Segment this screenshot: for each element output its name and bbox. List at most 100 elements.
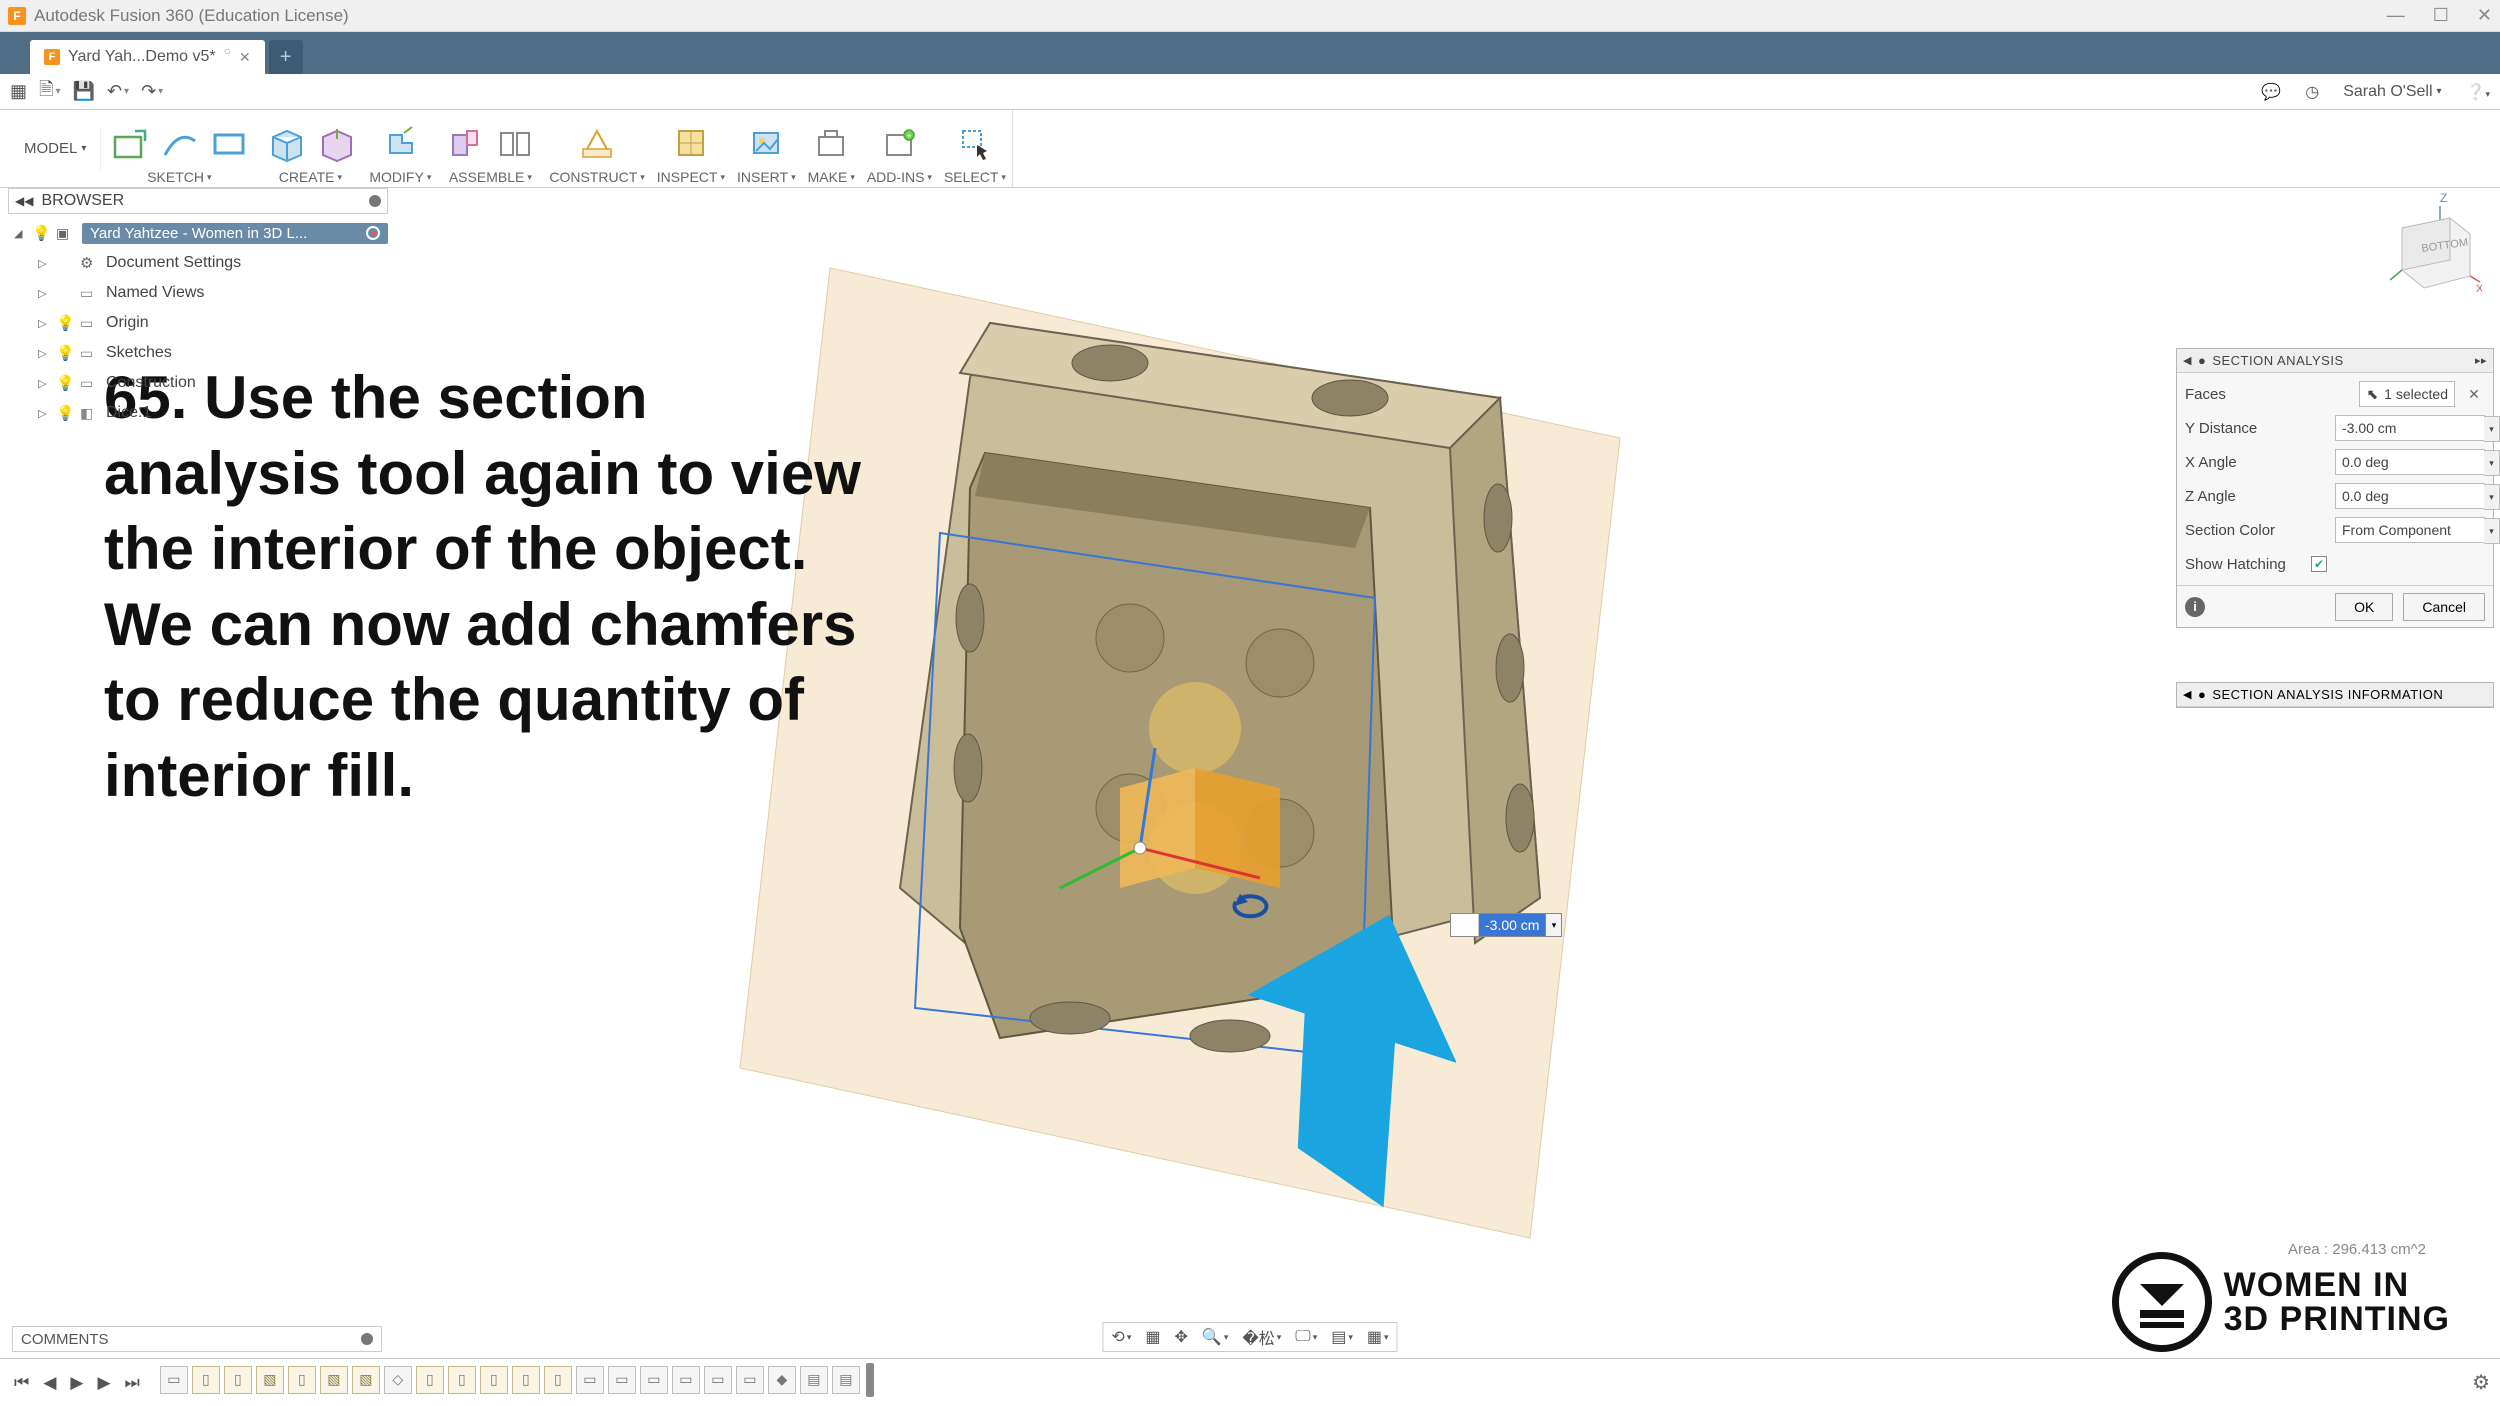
new-tab-button[interactable]: +	[269, 40, 303, 74]
tree-expand-icon[interactable]: ▷	[38, 257, 50, 270]
timeline-feature[interactable]: ▯	[544, 1366, 572, 1394]
view-cube[interactable]: Z BOTTOM X	[2372, 190, 2482, 300]
timeline-feature[interactable]: ▯	[288, 1366, 316, 1394]
panel-collapse-icon[interactable]: ◀	[2183, 354, 2192, 367]
tree-expand-icon[interactable]: ▷	[38, 407, 50, 420]
panel-title[interactable]: ◀ ● SECTION ANALYSIS INFORMATION	[2177, 683, 2493, 707]
timeline-feature[interactable]: ◆	[768, 1366, 796, 1394]
visibility-icon[interactable]: 💡	[56, 314, 74, 332]
timeline-end-icon[interactable]: ⏭	[121, 1373, 144, 1393]
window-maximize-icon[interactable]: ☐	[2433, 5, 2449, 26]
cancel-button[interactable]: Cancel	[2403, 593, 2485, 621]
panel-title[interactable]: ◀ ● SECTION ANALYSIS ▸▸	[2177, 349, 2493, 373]
addins-icon[interactable]: +	[877, 121, 921, 165]
tree-expand-icon[interactable]: ▷	[38, 377, 50, 390]
create-box-icon[interactable]	[263, 121, 307, 165]
document-tab[interactable]: F Yard Yah...Demo v5* ○ ✕	[30, 40, 265, 74]
timeline-feature[interactable]: ▯	[480, 1366, 508, 1394]
timeline-prev-icon[interactable]: ◀	[39, 1373, 60, 1393]
ribbon-label[interactable]: ASSEMBLE▾	[449, 169, 532, 185]
display-settings-icon[interactable]: 🖵▾	[1295, 1328, 1317, 1346]
user-menu[interactable]: Sarah O'Sell▾	[2343, 83, 2441, 101]
look-at-icon[interactable]: ▦	[1145, 1327, 1160, 1347]
timeline-feature[interactable]: ▭	[608, 1366, 636, 1394]
timeline-feature[interactable]: ▧	[352, 1366, 380, 1394]
window-close-icon[interactable]: ✕	[2477, 5, 2492, 26]
browser-collapse-icon[interactable]: ◀◀	[15, 194, 33, 208]
timeline-feature[interactable]: ▤	[832, 1366, 860, 1394]
jobs-icon[interactable]: ◷	[2305, 82, 2319, 102]
tree-expand-icon[interactable]: ▷	[38, 347, 50, 360]
ribbon-label[interactable]: INSPECT▾	[657, 169, 725, 185]
pan-icon[interactable]: ✥	[1174, 1327, 1187, 1347]
sketch-line-icon[interactable]	[157, 121, 201, 165]
ribbon-label[interactable]: SKETCH▾	[147, 169, 211, 185]
comments-options-icon[interactable]	[361, 1333, 373, 1345]
tree-expand-icon[interactable]: ▷	[38, 317, 50, 330]
clear-selection-icon[interactable]: ✕	[2463, 383, 2485, 405]
data-panel-icon[interactable]: ▦	[10, 81, 27, 102]
panel-expand-icon[interactable]: ▸▸	[2475, 354, 2487, 367]
dimension-dropdown-icon[interactable]: ▾	[1546, 913, 1562, 937]
faces-selection[interactable]: ⬉1 selected	[2359, 381, 2455, 407]
section-color-select[interactable]: From Component▾	[2335, 517, 2485, 543]
timeline-feature[interactable]: ▯	[192, 1366, 220, 1394]
grid-settings-icon[interactable]: ▤▾	[1331, 1327, 1353, 1347]
file-menu-icon[interactable]: 🗎▾	[39, 77, 61, 107]
dropdown-icon[interactable]: ▾	[2484, 518, 2500, 544]
y-distance-input[interactable]: -3.00 cm▾	[2335, 415, 2485, 441]
browser-item-named-views[interactable]: ▷ ▭ Named Views	[8, 278, 388, 308]
timeline-feature[interactable]: ▯	[448, 1366, 476, 1394]
panel-collapse-icon[interactable]: ◀	[2183, 688, 2192, 701]
ribbon-label[interactable]: SELECT▾	[944, 169, 1006, 185]
timeline-feature[interactable]: ▭	[736, 1366, 764, 1394]
viewport[interactable]: 65. Use the section analysis tool again …	[0, 188, 2500, 1358]
browser-item-document-settings[interactable]: ▷ ⚙ Document Settings	[8, 248, 388, 278]
timeline-marker[interactable]	[866, 1363, 874, 1397]
browser-header[interactable]: ◀◀ BROWSER	[8, 188, 388, 214]
timeline-play-icon[interactable]: ▶	[66, 1373, 87, 1393]
sketch-rect-icon[interactable]	[207, 121, 251, 165]
assemble-icon2[interactable]	[493, 121, 537, 165]
browser-item-construction[interactable]: ▷ 💡 ▭ Construction	[8, 368, 388, 398]
tree-expand-icon[interactable]: ◢	[14, 227, 26, 240]
ribbon-label[interactable]: CREATE▾	[279, 169, 342, 185]
timeline-settings-icon[interactable]: ⚙	[2472, 1370, 2490, 1395]
timeline-next-icon[interactable]: ▶	[93, 1373, 114, 1393]
browser-options-icon[interactable]	[369, 195, 381, 207]
timeline-feature[interactable]: ▯	[224, 1366, 252, 1394]
timeline-feature[interactable]: ▯	[512, 1366, 540, 1394]
ok-button[interactable]: OK	[2335, 593, 2393, 621]
insert-icon[interactable]	[744, 121, 788, 165]
timeline-feature[interactable]: ▭	[640, 1366, 668, 1394]
viewport-layout-icon[interactable]: ▦▾	[1367, 1327, 1389, 1347]
timeline-feature[interactable]: ▭	[160, 1366, 188, 1394]
visibility-icon[interactable]: 💡	[32, 224, 50, 242]
window-minimize-icon[interactable]: —	[2387, 5, 2405, 26]
timeline-feature[interactable]: ▭	[576, 1366, 604, 1394]
spinner-icon[interactable]: ▾	[2484, 450, 2500, 476]
timeline-feature[interactable]: ▧	[320, 1366, 348, 1394]
timeline-start-icon[interactable]: ⏮	[10, 1373, 33, 1393]
assemble-icon1[interactable]	[443, 121, 487, 165]
browser-root-component[interactable]: ◢ 💡 ▣ Yard Yahtzee - Women in 3D L...	[8, 218, 388, 248]
timeline-feature[interactable]: ▧	[256, 1366, 284, 1394]
timeline-feature[interactable]: ▤	[800, 1366, 828, 1394]
ribbon-label[interactable]: MAKE▾	[808, 169, 855, 185]
visibility-icon[interactable]: 💡	[56, 374, 74, 392]
visibility-icon[interactable]: 💡	[56, 344, 74, 362]
zoom-icon[interactable]: 🔍▾	[1202, 1327, 1228, 1347]
spinner-icon[interactable]: ▾	[2484, 484, 2500, 510]
show-hatching-checkbox[interactable]: ✔	[2311, 556, 2327, 572]
timeline-feature[interactable]: ▭	[704, 1366, 732, 1394]
workspace-switcher[interactable]: MODEL▾	[10, 127, 101, 171]
extensions-icon[interactable]: 💬	[2261, 82, 2281, 102]
browser-item-dice[interactable]: ▷ 💡 ◧ Dice:1	[8, 398, 388, 428]
make-icon[interactable]	[809, 121, 853, 165]
save-icon[interactable]: 💾	[73, 81, 95, 102]
tab-close-icon[interactable]: ✕	[239, 49, 251, 66]
inspect-icon[interactable]	[669, 121, 713, 165]
z-angle-input[interactable]: 0.0 deg▾	[2335, 483, 2485, 509]
fit-icon[interactable]: �松▾	[1242, 1325, 1281, 1349]
sketch-create-icon[interactable]	[107, 121, 151, 165]
